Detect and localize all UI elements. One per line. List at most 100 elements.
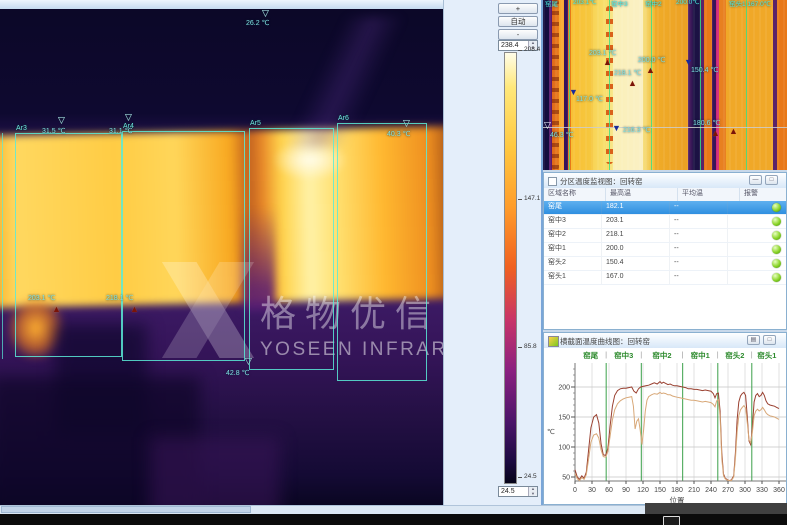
x-tick-label: 360 <box>773 487 785 494</box>
cell-alarm <box>728 271 774 284</box>
alarm-status-dot <box>772 217 781 226</box>
scale-tick <box>518 50 522 51</box>
scale-min-value: 24.5 <box>501 488 515 495</box>
temp-marker-min-icon[interactable]: ▽ <box>262 9 269 17</box>
alarm-status-dot <box>772 273 781 282</box>
scan-marker-max-icon[interactable]: ▲ <box>646 66 655 74</box>
scale-min-input[interactable]: 24.5 ▲▼ <box>498 486 538 497</box>
temp-marker-max-icon[interactable]: ▲ <box>52 305 61 313</box>
chart-tool-button[interactable]: ▤ <box>747 335 760 345</box>
equipment-silhouette <box>150 437 280 505</box>
y-tick-label: 50 <box>562 475 570 482</box>
zone-separator: | <box>682 350 684 359</box>
scan-marker-max-icon[interactable]: ▲ <box>603 58 612 66</box>
temp-marker-min-icon[interactable]: ▽ <box>125 113 132 121</box>
zone-name-label: 窑头1 <box>757 350 776 361</box>
scan-cursor-line <box>543 127 787 128</box>
cell-avg-temp: -- <box>670 257 728 270</box>
color-scale-bar <box>504 52 517 484</box>
cell-alarm <box>728 215 774 228</box>
scan-zone-label: 窑头1 167.0℃ <box>729 0 771 8</box>
scale-tick <box>518 477 522 478</box>
cell-avg-temp: -- <box>670 271 728 284</box>
cell-region-name: 窑头1 <box>544 271 602 284</box>
cell-avg-temp: -- <box>670 243 728 256</box>
y-tick-label: 200 <box>558 385 570 392</box>
minimize-button[interactable]: — <box>749 175 762 185</box>
temp-marker-min-icon[interactable]: ▽ <box>58 116 65 124</box>
cell-max-temp: 200.0 <box>602 243 670 256</box>
region-id-label: Ar6 <box>338 115 349 122</box>
main-thermal-view[interactable]: 格物优信 YOSEEN INFRARED Ar3Ar4Ar5Ar6 ▽31.5 … <box>0 9 443 505</box>
cell-max-temp: 218.1 <box>602 229 670 242</box>
scan-marker-value-label: 117.0 ℃ <box>576 95 603 103</box>
scale-tick-label: 24.5 <box>524 473 537 480</box>
chart-icon <box>548 336 559 347</box>
taskbar-window-icon[interactable] <box>663 516 680 525</box>
scan-zone-label: 203.1℃ <box>573 0 597 6</box>
x-tick-label: 210 <box>688 487 700 494</box>
zone-separator: | <box>751 350 753 359</box>
zone-separator: | <box>640 350 642 359</box>
table-row[interactable]: 窑头1167.0-- <box>544 271 786 285</box>
y-tick-label: 150 <box>558 415 570 422</box>
scan-marker-min-icon[interactable]: ▼ <box>612 124 621 132</box>
x-tick-label: 270 <box>722 487 734 494</box>
cell-avg-temp: -- <box>670 201 728 214</box>
chart-zone-labels: 窑尾窑中3窑中2窑中1窑头2窑头1||||| <box>544 348 786 361</box>
measurement-region-Ar3[interactable]: Ar3 <box>15 133 122 357</box>
x-tick-label: 150 <box>654 487 666 494</box>
window-corner <box>645 503 787 514</box>
spinner-arrows-icon[interactable]: ▲▼ <box>528 487 537 496</box>
scan-marker-min-icon[interactable]: ▽ <box>544 121 551 129</box>
table-row[interactable]: 窑头2150.4-- <box>544 257 786 271</box>
scale-tick-label: 147.1 <box>524 195 540 202</box>
zone-separator: | <box>605 350 607 359</box>
scale-minus-button[interactable]: - <box>498 29 538 40</box>
scan-marker-max-icon[interactable]: ▲ <box>729 127 738 135</box>
scan-marker-max-icon[interactable]: ▲ <box>628 79 637 87</box>
measurement-region-Ar4[interactable]: Ar4 <box>122 131 245 361</box>
table-row[interactable]: 窑中3203.1-- <box>544 215 786 229</box>
cell-region-name: 窑中1 <box>544 243 602 256</box>
maximize-button[interactable]: □ <box>765 175 778 185</box>
measurement-region-Ar5[interactable]: Ar5 <box>249 128 334 370</box>
scale-tick <box>518 347 522 348</box>
cell-max-temp: 182.1 <box>602 201 670 214</box>
temp-marker-min-icon[interactable]: ▽ <box>403 119 410 127</box>
col-max-temp: 最高温 <box>606 188 678 201</box>
zone-name-label: 窑尾 <box>583 350 598 361</box>
alarm-status-dot <box>772 259 781 268</box>
alarm-status-dot <box>772 203 781 212</box>
x-tick-label: 30 <box>588 487 596 494</box>
table-row[interactable]: 窑尾182.1-- <box>544 201 786 215</box>
cell-region-name: 窑尾 <box>544 201 602 214</box>
scan-marker-value-label: 200.0 ℃ <box>638 56 665 64</box>
table-row[interactable]: 窑中1200.0-- <box>544 243 786 257</box>
measurement-region-Ar6[interactable]: Ar6 <box>337 123 427 381</box>
temp-marker-max-icon[interactable]: ▲ <box>130 305 139 313</box>
kiln-scan-view[interactable]: 窑尾203.1℃窑中3窑中2200.0℃窑头1 167.0℃ ▲203.1 ℃▲… <box>543 0 787 170</box>
table-titlebar: 分区温度监视图：回转窑 — □ <box>544 173 786 189</box>
temp-marker-min-icon[interactable]: ▽ <box>245 357 252 365</box>
table-row[interactable]: 窑中2218.1-- <box>544 229 786 243</box>
x-tick-label: 0 <box>573 487 577 494</box>
scan-marker-max-icon[interactable]: ▲ <box>711 129 720 137</box>
temp-marker-value-label: 31.5 ℃ <box>42 127 65 135</box>
x-tick-label: 180 <box>671 487 683 494</box>
temperature-chart: 5010015020003060901201501802102402703003… <box>544 361 787 505</box>
alarm-status-dot <box>772 231 781 240</box>
chart-maximize-button[interactable]: □ <box>763 335 776 345</box>
table-title: 分区温度监视图：回转窑 <box>560 176 643 187</box>
cell-max-temp: 150.4 <box>602 257 670 270</box>
zone-divider-line <box>609 0 610 170</box>
scrollbar-thumb[interactable] <box>1 506 251 513</box>
x-tick-label: 240 <box>705 487 717 494</box>
zone-divider-line <box>700 0 701 170</box>
table-checkbox[interactable] <box>548 177 557 186</box>
zone-name-label: 窑中3 <box>614 350 633 361</box>
scale-auto-button[interactable]: 自动 <box>498 16 538 27</box>
scan-marker-min-icon[interactable]: ▼ <box>684 58 693 66</box>
scale-tick-label: 208.4 <box>524 46 540 53</box>
scale-plus-button[interactable]: + <box>498 3 538 14</box>
